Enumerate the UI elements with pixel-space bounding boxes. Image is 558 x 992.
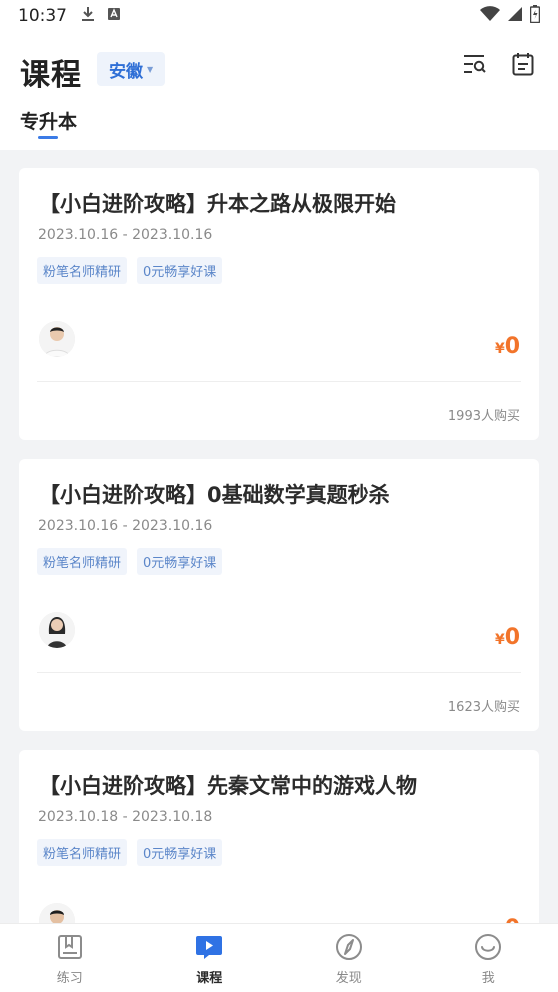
bottom-nav: 练习 课程 发现 我 — [0, 923, 558, 992]
divider — [37, 672, 521, 673]
course-card[interactable]: 【小白进阶攻略】升本之路从极限开始 2023.10.16 - 2023.10.1… — [19, 168, 539, 440]
region-selector[interactable]: 安徽 ▼ — [97, 52, 166, 86]
book-icon — [56, 933, 84, 961]
price-value: 0 — [505, 916, 520, 923]
course-tag: 0元畅享好课 — [137, 257, 223, 284]
teacher-avatar — [39, 903, 75, 923]
filter-search-button[interactable] — [462, 50, 488, 78]
signal-icon — [507, 6, 523, 26]
tab-zhuanshengben[interactable]: 专升本 — [20, 107, 77, 134]
course-tag: 粉笔名师精研 — [37, 257, 128, 284]
teacher-avatar — [39, 612, 75, 648]
page-header: 课程 安徽 ▼ 专升本 — [0, 32, 558, 150]
nav-item-practice[interactable]: 练习 — [0, 924, 140, 992]
nav-label: 发现 — [335, 971, 362, 986]
teacher-avatar — [39, 321, 75, 357]
course-tag: 0元畅享好课 — [137, 839, 223, 866]
caret-down-icon: ▼ — [147, 64, 154, 74]
nav-label: 我 — [481, 971, 495, 986]
course-title: 【小白进阶攻略】0基础数学真题秒杀 — [39, 483, 390, 507]
course-date: 2023.10.16 - 2023.10.16 — [38, 227, 213, 243]
calendar-button[interactable] — [510, 50, 536, 78]
course-date: 2023.10.16 - 2023.10.16 — [38, 518, 213, 534]
course-list[interactable]: 【小白进阶攻略】升本之路从极限开始 2023.10.16 - 2023.10.1… — [0, 150, 558, 923]
region-label: 安徽 — [109, 61, 143, 82]
currency-symbol: ¥ — [494, 632, 505, 648]
filter-search-icon — [464, 55, 486, 73]
price-value: 0 — [504, 625, 520, 650]
course-price: ¥0 — [495, 334, 520, 359]
divider — [37, 381, 521, 382]
nav-item-me[interactable]: 我 — [419, 924, 558, 992]
course-tag: 粉笔名师精研 — [37, 548, 128, 575]
course-date: 2023.10.18 - 2023.10.18 — [38, 809, 213, 825]
course-title: 【小白进阶攻略】先秦文常中的游戏人物 — [39, 774, 417, 798]
battery-icon — [529, 5, 541, 27]
price-value: 0 — [504, 334, 520, 359]
nav-item-discover[interactable]: 发现 — [279, 924, 419, 992]
course-tag: 粉笔名师精研 — [37, 839, 128, 866]
tab-active-indicator — [38, 136, 58, 139]
play-icon — [195, 933, 223, 961]
wifi-icon — [480, 6, 500, 26]
course-card[interactable]: 【小白进阶攻略】先秦文常中的游戏人物 2023.10.18 - 2023.10.… — [19, 750, 539, 923]
course-card[interactable]: 【小白进阶攻略】0基础数学真题秒杀 2023.10.16 - 2023.10.1… — [19, 459, 539, 731]
page-title: 课程 — [20, 58, 82, 93]
app-notification-icon — [107, 7, 121, 25]
download-icon — [81, 6, 95, 26]
calendar-icon — [512, 53, 534, 76]
smile-icon — [474, 933, 502, 961]
buyer-count: 1993人购买 — [447, 409, 520, 424]
nav-label: 课程 — [196, 971, 223, 986]
status-time: 10:37 — [18, 6, 67, 26]
course-price: ¥0 — [495, 916, 520, 923]
course-title: 【小白进阶攻略】升本之路从极限开始 — [39, 192, 396, 216]
status-bar: 10:37 — [0, 0, 558, 32]
course-price: ¥0 — [495, 625, 520, 650]
buyer-count: 1623人购买 — [447, 700, 520, 715]
compass-icon — [335, 933, 363, 961]
course-tag: 0元畅享好课 — [137, 548, 223, 575]
nav-item-courses[interactable]: 课程 — [140, 924, 280, 992]
currency-symbol: ¥ — [494, 341, 505, 357]
nav-label: 练习 — [56, 971, 83, 986]
